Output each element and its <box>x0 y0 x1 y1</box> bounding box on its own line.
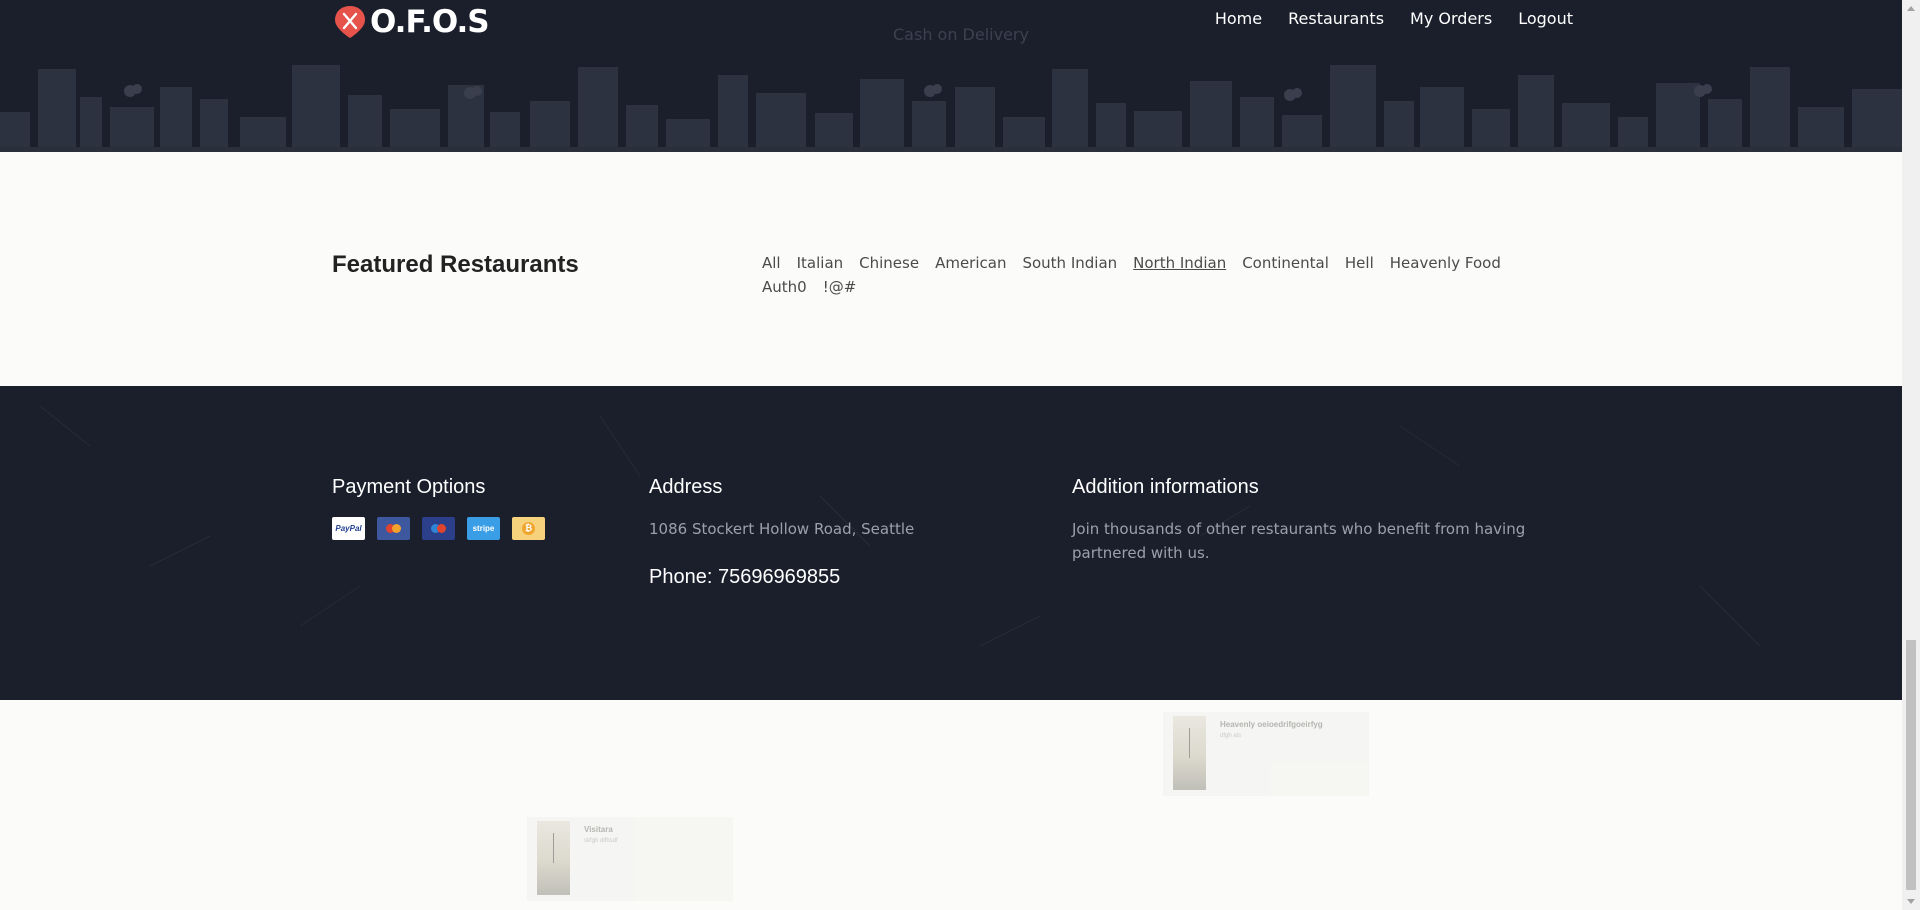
nav-logout-link[interactable]: Logout <box>1518 9 1573 28</box>
restaurant-preview-name: Heavenly oeioedrifgoeirfyg <box>1220 720 1323 729</box>
filter-hell[interactable]: Hell <box>1345 253 1374 273</box>
scroll-down-arrow-icon[interactable] <box>1907 899 1915 904</box>
paypal-icon: PayPal <box>332 517 365 540</box>
page-scrollbar[interactable] <box>1902 0 1920 910</box>
payment-options-column: Payment Options PayPal stripe ₿ <box>332 476 545 540</box>
address-text: 1086 Stockert Hollow Road, Seattle <box>649 520 915 538</box>
footer-texture <box>39 405 1761 647</box>
additional-info-text: Join thousands of other restaurants who … <box>1072 520 1526 562</box>
scrollbar-thumb[interactable] <box>1906 640 1916 890</box>
filter-american[interactable]: American <box>935 253 1006 273</box>
filter-heavenly-food[interactable]: Heavenly Food <box>1390 253 1501 273</box>
restaurant-preview-subtitle: dfgh als <box>1220 733 1242 739</box>
logo-text: O.F.O.S <box>370 4 490 40</box>
restaurant-thumbnail <box>1173 716 1206 790</box>
city-skyline-illustration <box>0 65 1902 152</box>
payment-options-title: Payment Options <box>332 476 486 498</box>
logo-utensils-icon <box>335 6 365 38</box>
maestro-icon <box>422 517 455 540</box>
payment-card-list: PayPal stripe ₿ <box>332 517 545 540</box>
filter-south-indian[interactable]: South Indian <box>1022 253 1117 273</box>
restaurant-preview-card[interactable]: Heavenly oeioedrifgoeirfyg dfgh als <box>1163 712 1369 796</box>
nav-my-orders-link[interactable]: My Orders <box>1410 9 1492 28</box>
background-faded-text: Cash on Delivery <box>893 25 1029 44</box>
mastercard-icon <box>377 517 410 540</box>
restaurant-preview-name: Visitara <box>584 825 613 834</box>
restaurant-preview-card[interactable]: Visitara skfgh dlfhsdf <box>527 817 733 901</box>
phone-number: Phone: 75696969855 <box>649 566 841 588</box>
stripe-icon: stripe <box>467 517 500 540</box>
filter-continental[interactable]: Continental <box>1242 253 1329 273</box>
site-logo[interactable]: O.F.O.S <box>334 4 490 40</box>
main-nav: Home Restaurants My Orders Logout <box>1215 9 1573 28</box>
filter-italian[interactable]: Italian <box>797 253 844 273</box>
header-banner: O.F.O.S Cash on Delivery Home Restaurant… <box>0 0 1902 152</box>
address-column: Address 1086 Stockert Hollow Road, Seatt… <box>649 476 914 589</box>
cuisine-filter-list: All Italian Chinese American South India… <box>762 253 1542 297</box>
filter-north-indian[interactable]: North Indian <box>1133 253 1226 273</box>
featured-title: Featured Restaurants <box>332 251 579 278</box>
scroll-up-arrow-icon[interactable] <box>1907 6 1915 11</box>
address-title: Address <box>649 476 723 498</box>
filter-special-chars[interactable]: !@# <box>823 277 857 297</box>
nav-restaurants-link[interactable]: Restaurants <box>1288 9 1384 28</box>
site-footer: Payment Options PayPal stripe ₿ Address … <box>0 386 1902 700</box>
additional-info-column: Addition informations Join thousands of … <box>1072 476 1552 565</box>
restaurant-thumbnail <box>537 821 570 895</box>
additional-info-title: Addition informations <box>1072 476 1259 498</box>
paypal-label: PayPal <box>335 524 362 533</box>
featured-restaurants-section: Featured Restaurants All Italian Chinese… <box>0 152 1902 386</box>
restaurant-preview-subtitle: skfgh dlfhsdf <box>584 838 618 844</box>
stripe-label: stripe <box>472 524 495 533</box>
nav-home-link[interactable]: Home <box>1215 9 1262 28</box>
filter-chinese[interactable]: Chinese <box>859 253 919 273</box>
filter-all[interactable]: All <box>762 253 781 273</box>
filter-auth0[interactable]: Auth0 <box>762 277 807 297</box>
bitcoin-icon: ₿ <box>512 517 545 540</box>
